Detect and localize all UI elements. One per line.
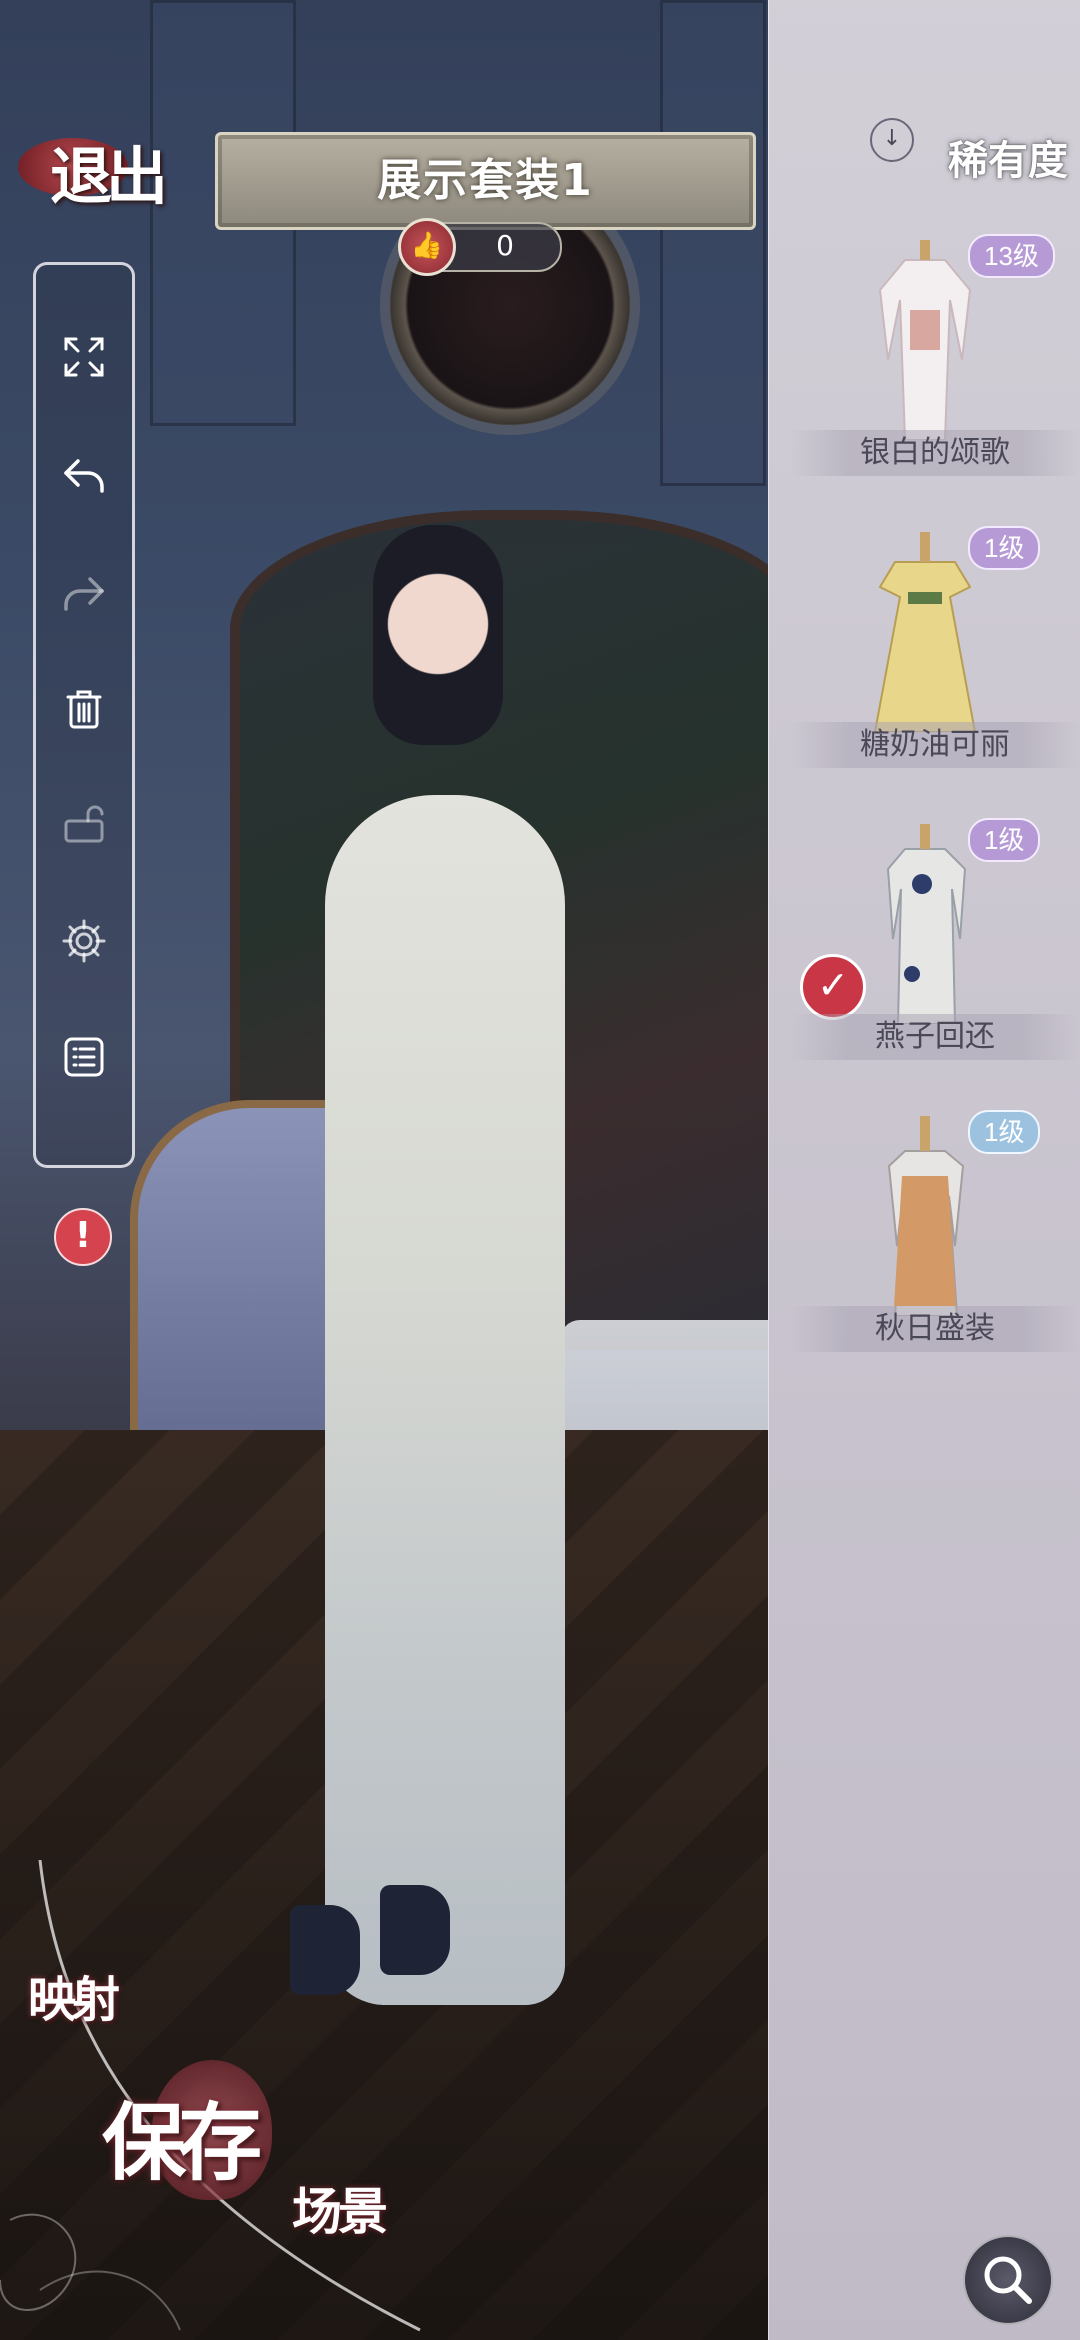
like-counter[interactable]: 👍 0 — [398, 218, 562, 276]
redo-icon[interactable] — [60, 569, 108, 617]
outfit-title: 展示套装1 — [377, 155, 594, 206]
save-label: 保存 — [102, 2093, 262, 2192]
exit-label: 退出 — [50, 140, 168, 213]
edit-toolbar — [33, 262, 135, 1168]
equipped-check-icon: ✓ — [800, 954, 866, 1020]
gear-icon[interactable] — [60, 917, 108, 965]
wall-panel — [660, 0, 766, 486]
qipao-dress — [325, 795, 565, 2005]
sort-direction-icon[interactable]: ↓ — [870, 118, 914, 162]
scene-button[interactable]: 场景 — [292, 2172, 388, 2244]
level-badge: 13级 — [968, 234, 1055, 278]
character-model[interactable] — [285, 525, 585, 2025]
search-icon — [984, 2256, 1032, 2304]
outfit-name: 糖奶油可丽 — [790, 722, 1080, 768]
outfit-title-banner[interactable]: 展示套装1 — [215, 132, 756, 230]
lock-icon[interactable] — [60, 799, 108, 847]
fullscreen-icon[interactable] — [60, 333, 108, 381]
save-button[interactable]: 保存 — [82, 2040, 282, 2240]
outfit-item[interactable]: 1级 糖奶油可丽 — [770, 522, 1080, 802]
exit-button[interactable]: 退出 — [18, 126, 178, 213]
thumbs-up-icon: 👍 — [398, 218, 456, 276]
undo-icon[interactable] — [60, 451, 108, 499]
level-badge: 1级 — [968, 1110, 1041, 1154]
map-button[interactable]: 映射 — [28, 1960, 120, 2030]
like-count: 0 — [496, 229, 514, 262]
outfit-item[interactable]: 1级 ✓ 燕子回还 — [770, 814, 1080, 1094]
outfit-item[interactable]: 13级 银白的颂歌 — [770, 230, 1080, 510]
outfit-name: 燕子回还 — [790, 1014, 1080, 1060]
outfit-name: 秋日盛装 — [790, 1306, 1080, 1352]
outfit-name: 银白的颂歌 — [790, 430, 1080, 476]
list-icon[interactable] — [60, 1033, 108, 1081]
character-head — [373, 525, 503, 745]
sort-rarity-button[interactable]: 稀有度 — [948, 128, 1068, 186]
level-badge: 1级 — [968, 818, 1041, 862]
outfit-item[interactable]: 1级 秋日盛装 — [770, 1106, 1080, 1386]
search-button[interactable] — [963, 2235, 1053, 2325]
level-badge: 1级 — [968, 526, 1041, 570]
alert-icon[interactable]: ! — [54, 1208, 112, 1266]
trash-icon[interactable] — [60, 685, 108, 733]
